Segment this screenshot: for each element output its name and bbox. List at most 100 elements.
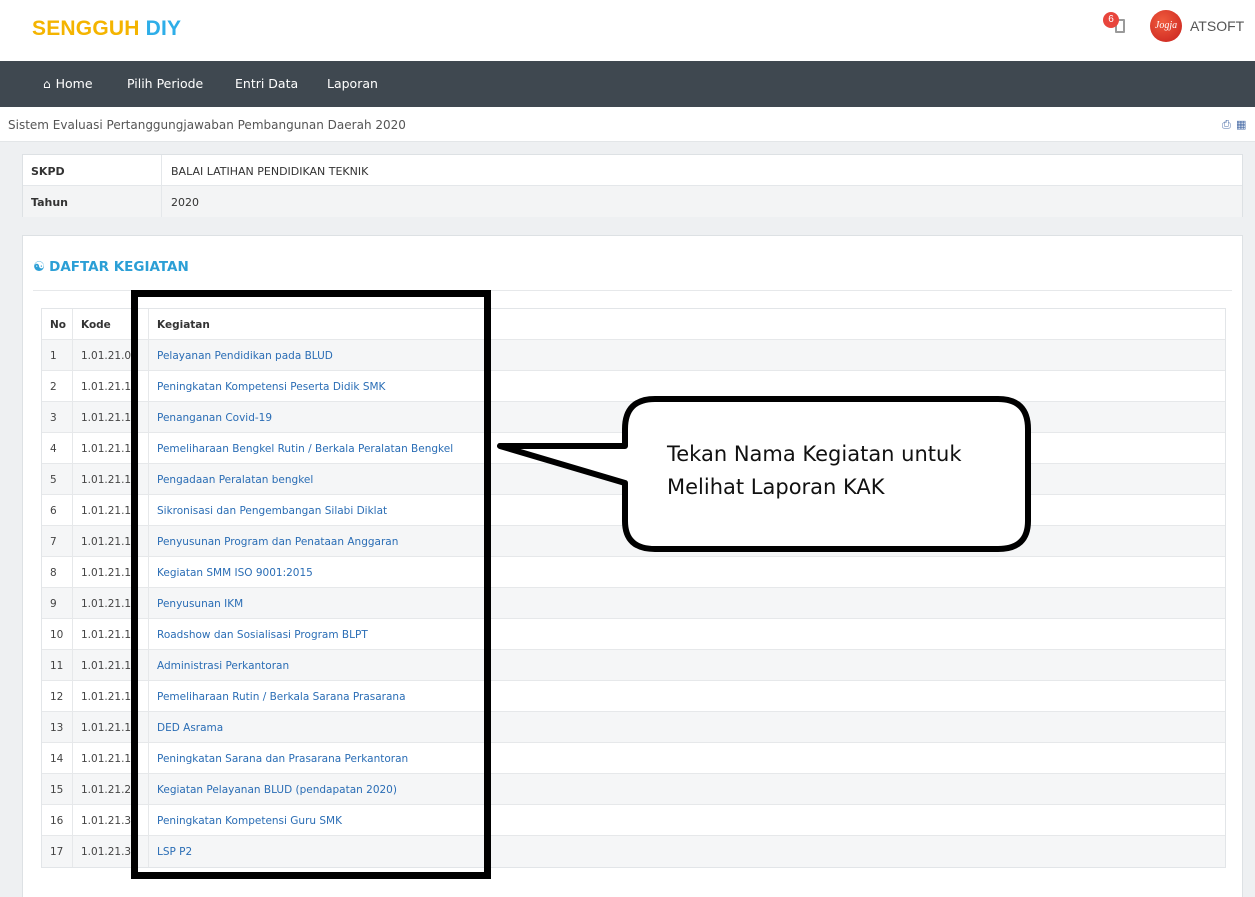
cell-kode: 1.01.21.11: [81, 753, 138, 765]
kegiatan-link[interactable]: DED Asrama: [157, 722, 223, 734]
divider: [72, 464, 73, 494]
table-row: 9 1.01.21.10 Penyusunan IKM: [42, 588, 1225, 619]
divider: [72, 712, 73, 742]
table-row: 5 1.01.21.10 Pengadaan Peralatan bengkel: [42, 464, 1225, 495]
kegiatan-link[interactable]: LSP P2: [157, 846, 192, 858]
divider: [148, 557, 149, 587]
info-key: Tahun: [31, 196, 69, 209]
cell-kode: 1.01.21.30: [81, 846, 138, 858]
info-key: SKPD: [31, 165, 65, 178]
nav-pilih-periode[interactable]: Pilih Periode: [127, 76, 203, 91]
divider: [148, 402, 149, 432]
kegiatan-link[interactable]: Peningkatan Kompetensi Peserta Didik SMK: [157, 381, 385, 393]
info-table: SKPD BALAI LATIHAN PENDIDIKAN TEKNIK Tah…: [22, 154, 1243, 217]
column-header-kode: Kode: [81, 319, 111, 331]
export-icon[interactable]: ▦: [1236, 118, 1246, 131]
table-row: 3 1.01.21.10 Penanganan Covid-19: [42, 402, 1225, 433]
cell-no: 1: [50, 350, 57, 362]
cell-kode: 1.01.21.10: [81, 598, 138, 610]
table-row: 16 1.01.21.30 Peningkatan Kompetensi Guru …: [42, 805, 1225, 836]
nav-laporan[interactable]: Laporan: [327, 76, 378, 91]
divider: [72, 495, 73, 525]
kegiatan-link[interactable]: Roadshow dan Sosialisasi Program BLPT: [157, 629, 368, 641]
divider: [148, 309, 149, 339]
kegiatan-link[interactable]: Peningkatan Sarana dan Prasarana Perkant…: [157, 753, 408, 765]
divider: [161, 155, 162, 185]
divider: [72, 774, 73, 804]
cell-kode: 1.01.21.11: [81, 691, 138, 703]
divider: [148, 836, 149, 867]
info-value: BALAI LATIHAN PENDIDIKAN TEKNIK: [171, 165, 369, 178]
divider: [72, 743, 73, 773]
nav-home-label: Home: [55, 76, 93, 91]
cell-no: 3: [50, 412, 57, 424]
cell-no: 8: [50, 567, 57, 579]
divider: [72, 805, 73, 835]
app-brand[interactable]: SENGGUH DIY: [32, 17, 181, 41]
nav-entri-data[interactable]: Entri Data: [235, 76, 298, 91]
divider: [148, 681, 149, 711]
cell-no: 9: [50, 598, 57, 610]
kegiatan-link[interactable]: Penyusunan IKM: [157, 598, 243, 610]
notification-badge: 6: [1103, 12, 1119, 28]
kegiatan-link[interactable]: Administrasi Perkantoran: [157, 660, 289, 672]
info-value: 2020: [171, 196, 199, 209]
cell-no: 13: [50, 722, 64, 734]
divider: [148, 588, 149, 618]
kegiatan-link[interactable]: Kegiatan SMM ISO 9001:2015: [157, 567, 313, 579]
divider: [33, 290, 1232, 291]
column-header-no: No: [50, 319, 67, 331]
divider: [72, 371, 73, 401]
kegiatan-link[interactable]: Pemeliharaan Rutin / Berkala Sarana Pras…: [157, 691, 406, 703]
divider: [148, 712, 149, 742]
table-body: 1 1.01.21.00 Pelayanan Pendidikan pada BLU…: [42, 340, 1225, 867]
brand-part1: SENGGUH: [32, 17, 140, 40]
cell-no: 4: [50, 443, 57, 455]
divider: [148, 464, 149, 494]
divider: [72, 650, 73, 680]
cell-kode: 1.01.21.11: [81, 722, 138, 734]
divider: [72, 402, 73, 432]
cell-kode: 1.01.21.00: [81, 350, 138, 362]
notification-button[interactable]: 6: [1103, 12, 1133, 38]
kegiatan-link[interactable]: Penyusunan Program dan Penataan Anggaran: [157, 536, 398, 548]
table-row: 12 1.01.21.11 Pemeliharaan Rutin / Berkala…: [42, 681, 1225, 712]
kegiatan-link[interactable]: Sikronisasi dan Pengembangan Silabi Dikl…: [157, 505, 387, 517]
table-row: 1 1.01.21.00 Pelayanan Pendidikan pada BLU…: [42, 340, 1225, 371]
table-row: 17 1.01.21.30 LSP P2: [42, 836, 1225, 867]
print-icon[interactable]: ⎙: [1222, 118, 1231, 132]
kegiatan-link[interactable]: Kegiatan Pelayanan BLUD (pendapatan 2020…: [157, 784, 397, 796]
info-row-tahun: Tahun 2020: [23, 186, 1242, 217]
kegiatan-link[interactable]: Pemeliharaan Bengkel Rutin / Berkala Per…: [157, 443, 453, 455]
nav-home[interactable]: ⌂ Home: [43, 76, 93, 91]
divider: [72, 619, 73, 649]
username[interactable]: ATSOFT: [1190, 18, 1244, 34]
info-row-skpd: SKPD BALAI LATIHAN PENDIDIKAN TEKNIK: [23, 155, 1242, 186]
cell-no: 5: [50, 474, 57, 486]
main-nav: ⌂ Home Pilih Periode Entri Data Laporan: [0, 61, 1255, 107]
cell-kode: 1.01.21.11: [81, 660, 138, 672]
kegiatan-link[interactable]: Pelayanan Pendidikan pada BLUD: [157, 350, 333, 362]
dashboard-icon: ☯: [33, 259, 46, 275]
avatar[interactable]: Jogja: [1150, 10, 1182, 42]
cell-no: 16: [50, 815, 64, 827]
divider: [72, 588, 73, 618]
cell-kode: 1.01.21.30: [81, 815, 138, 827]
divider: [148, 495, 149, 525]
kegiatan-link[interactable]: Penanganan Covid-19: [157, 412, 272, 424]
cell-no: 6: [50, 505, 57, 517]
cell-kode: 1.01.21.10: [81, 412, 138, 424]
cell-kode: 1.01.21.10: [81, 536, 138, 548]
kegiatan-link[interactable]: Pengadaan Peralatan bengkel: [157, 474, 313, 486]
kegiatan-card: ☯ DAFTAR KEGIATAN No Kode Kegiatan 1 1.01.…: [22, 235, 1243, 897]
cell-no: 12: [50, 691, 64, 703]
cell-no: 15: [50, 784, 64, 796]
divider: [72, 681, 73, 711]
cell-kode: 1.01.21.10: [81, 381, 138, 393]
divider: [148, 433, 149, 463]
cell-no: 10: [50, 629, 64, 641]
kegiatan-link[interactable]: Peningkatan Kompetensi Guru SMK: [157, 815, 342, 827]
cell-kode: 1.01.21.20: [81, 784, 138, 796]
divider: [148, 371, 149, 401]
divider: [148, 650, 149, 680]
